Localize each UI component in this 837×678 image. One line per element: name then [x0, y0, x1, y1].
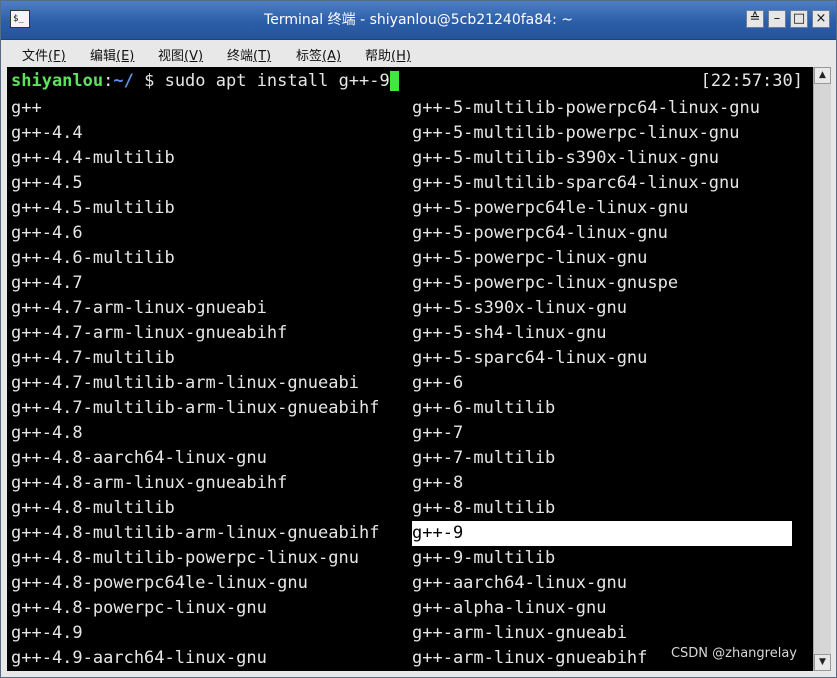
completion-item: g++-4.7: [11, 273, 83, 293]
completion-item: g++-4.5-multilib: [11, 198, 175, 218]
menu-edit-label: 编辑: [90, 49, 117, 64]
completion-item: g++-8-multilib: [412, 498, 556, 518]
watermark: CSDN @zhangrelay: [670, 646, 797, 661]
scroll-up-icon[interactable]: ▲: [814, 67, 831, 84]
completion-item: g++-4.7-multilib-arm-linux-gnueabihf: [11, 398, 380, 418]
text-cursor: [389, 71, 399, 91]
completion-item: g++-5-sh4-linux-gnu: [412, 323, 607, 343]
completion-item: g++-5-multilib-sparc64-linux-gnu: [412, 173, 740, 193]
shade-icon[interactable]: ≙: [746, 10, 764, 28]
menu-help[interactable]: 帮助(H): [365, 45, 411, 64]
menu-file-key: (F): [48, 49, 66, 64]
prompt-line: shiyanlou:~/ $ sudo apt install g++-9: [11, 71, 399, 91]
prompt-dollar: $: [133, 71, 165, 91]
completion-item: g++-4.8-powerpc-linux-gnu: [11, 598, 267, 618]
menu-terminal-label: 终端: [227, 49, 254, 64]
completion-item: g++-arm-linux-gnueabi: [412, 623, 627, 643]
menu-bar: 文件(F) 编辑(E) 视图(V) 终端(T) 标签(A) 帮助(H): [1, 40, 836, 67]
menu-file-label: 文件: [22, 49, 49, 64]
typed-command: sudo apt install g++-9: [164, 71, 390, 91]
completion-item: g++-4.6: [11, 223, 83, 243]
completion-item: g++-5-multilib-powerpc64-linux-gnu: [412, 98, 760, 118]
completion-item: g++-4.8: [11, 423, 83, 443]
completion-item: g++-7-multilib: [412, 448, 556, 468]
prompt-user: shiyanlou: [11, 71, 104, 91]
maximize-icon[interactable]: □: [790, 10, 808, 28]
terminal-output[interactable]: shiyanlou:~/ $ sudo apt install g++-9 [2…: [7, 67, 813, 671]
terminal-scrollbar[interactable]: ▲ ▼: [813, 67, 831, 671]
completion-item: g++-4.8-multilib-powerpc-linux-gnu: [11, 548, 359, 568]
menu-tabs[interactable]: 标签(A): [296, 45, 341, 64]
prompt-clock: [22:57:30]: [700, 71, 803, 91]
menu-edit[interactable]: 编辑(E): [90, 45, 134, 64]
completion-item: g++-4.8-multilib-arm-linux-gnueabihf: [11, 523, 380, 543]
completion-item: g++-4.8-aarch64-linux-gnu: [11, 448, 267, 468]
menu-view-label: 视图: [158, 49, 185, 64]
completion-item: g++-8: [412, 473, 464, 493]
completion-item: g++-4.9-aarch64-linux-gnu: [11, 648, 267, 668]
menu-help-label: 帮助: [365, 49, 392, 64]
menu-tabs-key: (A): [322, 49, 342, 64]
prompt-path: ~/: [113, 71, 134, 91]
menu-view[interactable]: 视图(V): [158, 45, 203, 64]
minimize-icon[interactable]: –: [768, 10, 786, 28]
completion-item: g++-5-multilib-powerpc-linux-gnu: [412, 123, 740, 143]
completion-item: g++-5-powerpc-linux-gnu: [412, 248, 648, 268]
completion-item: g++-5-powerpc-linux-gnuspe: [412, 273, 679, 293]
completion-item-selected: g++-9: [412, 521, 792, 546]
scroll-down-icon[interactable]: ▼: [814, 654, 831, 671]
close-icon[interactable]: ×: [812, 10, 830, 28]
completion-item: g++: [11, 98, 42, 118]
menu-file[interactable]: 文件(F): [22, 45, 66, 64]
menu-terminal[interactable]: 终端(T): [227, 45, 271, 64]
completion-item: g++-4.7-arm-linux-gnueabihf: [11, 323, 288, 343]
menu-terminal-key: (T): [253, 49, 272, 64]
window-title: Terminal 终端 - shiyanlou@5cb21240fa84: ~: [264, 12, 573, 28]
prompt-colon: :: [103, 71, 114, 91]
completion-column-left: g++ g++-4.4 g++-4.4-multilib g++-4.5 g++-4.5…: [11, 96, 379, 671]
menu-tabs-label: 标签: [296, 49, 323, 64]
completion-item: g++-4.5: [11, 173, 83, 193]
completion-item: g++-4.8-arm-linux-gnueabihf: [11, 473, 288, 493]
menu-help-key: (H): [391, 49, 411, 64]
completion-item: g++-4.8-powerpc64le-linux-gnu: [11, 573, 308, 593]
completion-item: g++-6: [412, 373, 464, 393]
completion-item: g++-5-powerpc64le-linux-gnu: [412, 198, 689, 218]
completion-column-right: g++-5-multilib-powerpc64-linux-gnu g++-5-…: [412, 96, 792, 671]
completion-item: g++-4.7-multilib-arm-linux-gnueabi: [11, 373, 359, 393]
completion-item: g++-4.4: [11, 123, 83, 143]
completion-item: g++-5-s390x-linux-gnu: [412, 298, 627, 318]
completion-item: g++-5-powerpc64-linux-gnu: [412, 223, 668, 243]
completion-item: g++-4.7-arm-linux-gnueabi: [11, 298, 267, 318]
completion-item: g++-4.9: [11, 623, 83, 643]
completion-item: g++-9-multilib: [412, 548, 556, 568]
completion-item: g++-4.4-multilib: [11, 148, 175, 168]
title-bar[interactable]: $_ Terminal 终端 - shiyanlou@5cb21240fa84:…: [1, 1, 836, 40]
menu-edit-key: (E): [116, 49, 135, 64]
terminal-window: $_ Terminal 终端 - shiyanlou@5cb21240fa84:…: [0, 0, 837, 678]
completion-item: g++-5-sparc64-linux-gnu: [412, 348, 648, 368]
completion-item: g++-4.8-multilib: [11, 498, 175, 518]
window-controls: ≙ – □ ×: [746, 10, 830, 30]
completion-item: g++-6-multilib: [412, 398, 556, 418]
menu-view-key: (V): [184, 49, 204, 64]
completion-item: g++-7: [412, 423, 464, 443]
completion-item: g++-4.7-multilib: [11, 348, 175, 368]
completion-item: g++-aarch64-linux-gnu: [412, 573, 627, 593]
completion-item: g++-4.6-multilib: [11, 248, 175, 268]
completion-item: g++-alpha-linux-gnu: [412, 598, 607, 618]
completion-item: g++-5-multilib-s390x-linux-gnu: [412, 148, 720, 168]
